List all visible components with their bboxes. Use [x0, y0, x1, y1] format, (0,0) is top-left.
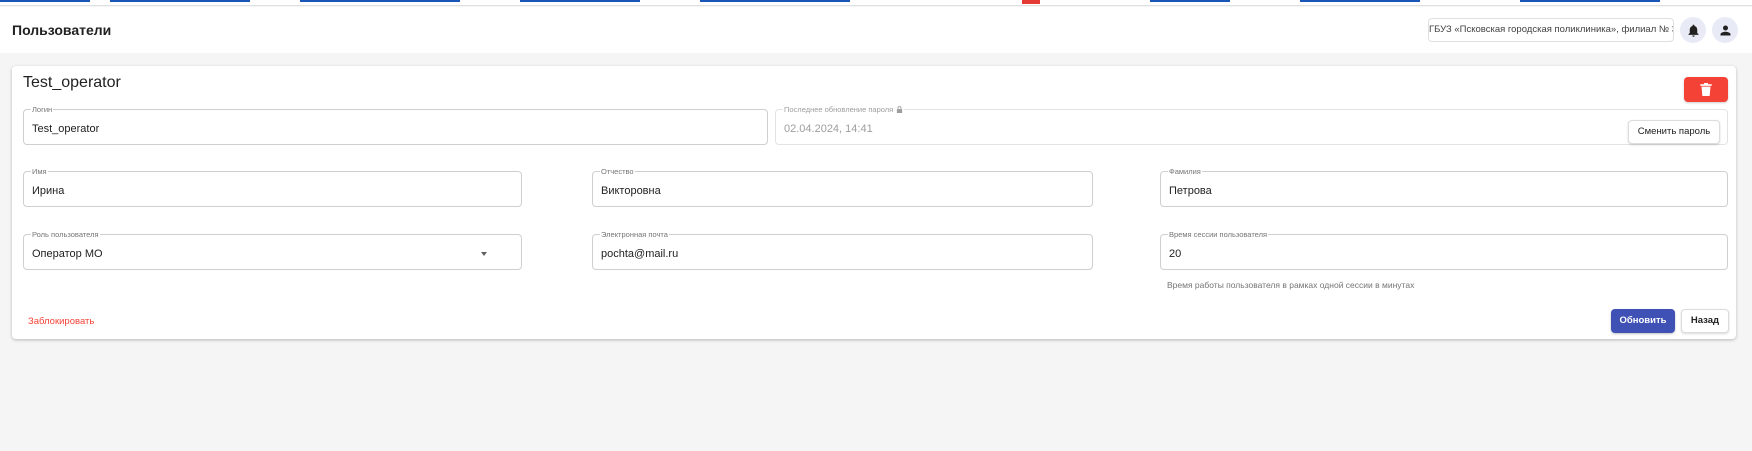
lock-icon	[897, 106, 903, 113]
role-label: Роль пользователя	[31, 230, 100, 239]
email-label: Электронная почта	[600, 230, 669, 239]
update-button[interactable]: Обновить	[1611, 309, 1675, 333]
block-user-link[interactable]: Заблокировать	[28, 316, 94, 327]
user-card-title: Test_operator	[23, 74, 121, 91]
first-name-value: Ирина	[32, 185, 65, 197]
organization-selector[interactable]: ГБУЗ «Псковская городская поликлиника», …	[1428, 18, 1674, 42]
trash-icon	[1700, 83, 1712, 96]
password-updated-label: Последнее обновление пароля	[783, 105, 905, 114]
password-updated-value: 02.04.2024, 14:41	[784, 123, 873, 135]
back-button[interactable]: Назад	[1681, 309, 1729, 333]
password-updated-field: Последнее обновление пароля 02.04.2024, …	[775, 105, 1728, 145]
profile-button[interactable]	[1712, 17, 1738, 43]
patronymic-value: Викторовна	[601, 185, 661, 197]
last-name-field[interactable]: Фамилия Петрова	[1160, 167, 1728, 207]
change-password-button[interactable]: Сменить пароль	[1628, 120, 1720, 144]
patronymic-label: Отчество	[600, 167, 635, 176]
first-name-field[interactable]: Имя Ирина	[23, 167, 522, 207]
delete-user-button[interactable]	[1684, 77, 1728, 102]
bell-icon	[1688, 24, 1698, 37]
account-icon	[1720, 25, 1730, 35]
page-title: Пользователи	[12, 22, 112, 38]
first-name-label: Имя	[31, 167, 48, 176]
session-time-field[interactable]: Время сессии пользователя 20	[1160, 230, 1728, 270]
last-name-label: Фамилия	[1168, 167, 1202, 176]
session-time-helper: Время работы пользователя в рамках одной…	[1167, 280, 1415, 290]
user-card: Test_operator Логин Test_operator Послед…	[12, 66, 1736, 339]
login-label: Логин	[31, 105, 54, 114]
session-time-label: Время сессии пользователя	[1168, 230, 1269, 239]
login-value: Test_operator	[32, 123, 100, 135]
notifications-button[interactable]	[1680, 17, 1706, 43]
role-value: Оператор МО	[32, 248, 103, 260]
last-name-value: Петрова	[1169, 185, 1212, 197]
email-value: pochta@mail.ru	[601, 248, 679, 260]
login-field[interactable]: Логин Test_operator	[23, 105, 768, 145]
session-time-value: 20	[1169, 248, 1182, 260]
patronymic-field[interactable]: Отчество Викторовна	[592, 167, 1093, 207]
role-select[interactable]: Роль пользователя Оператор МО	[23, 230, 522, 270]
dropdown-arrow-icon[interactable]	[481, 252, 487, 256]
email-field[interactable]: Электронная почта pochta@mail.ru	[592, 230, 1093, 270]
app-header: Пользователи ГБУЗ «Псковская городская п…	[0, 7, 1752, 53]
top-browser-strip	[0, 0, 1752, 6]
